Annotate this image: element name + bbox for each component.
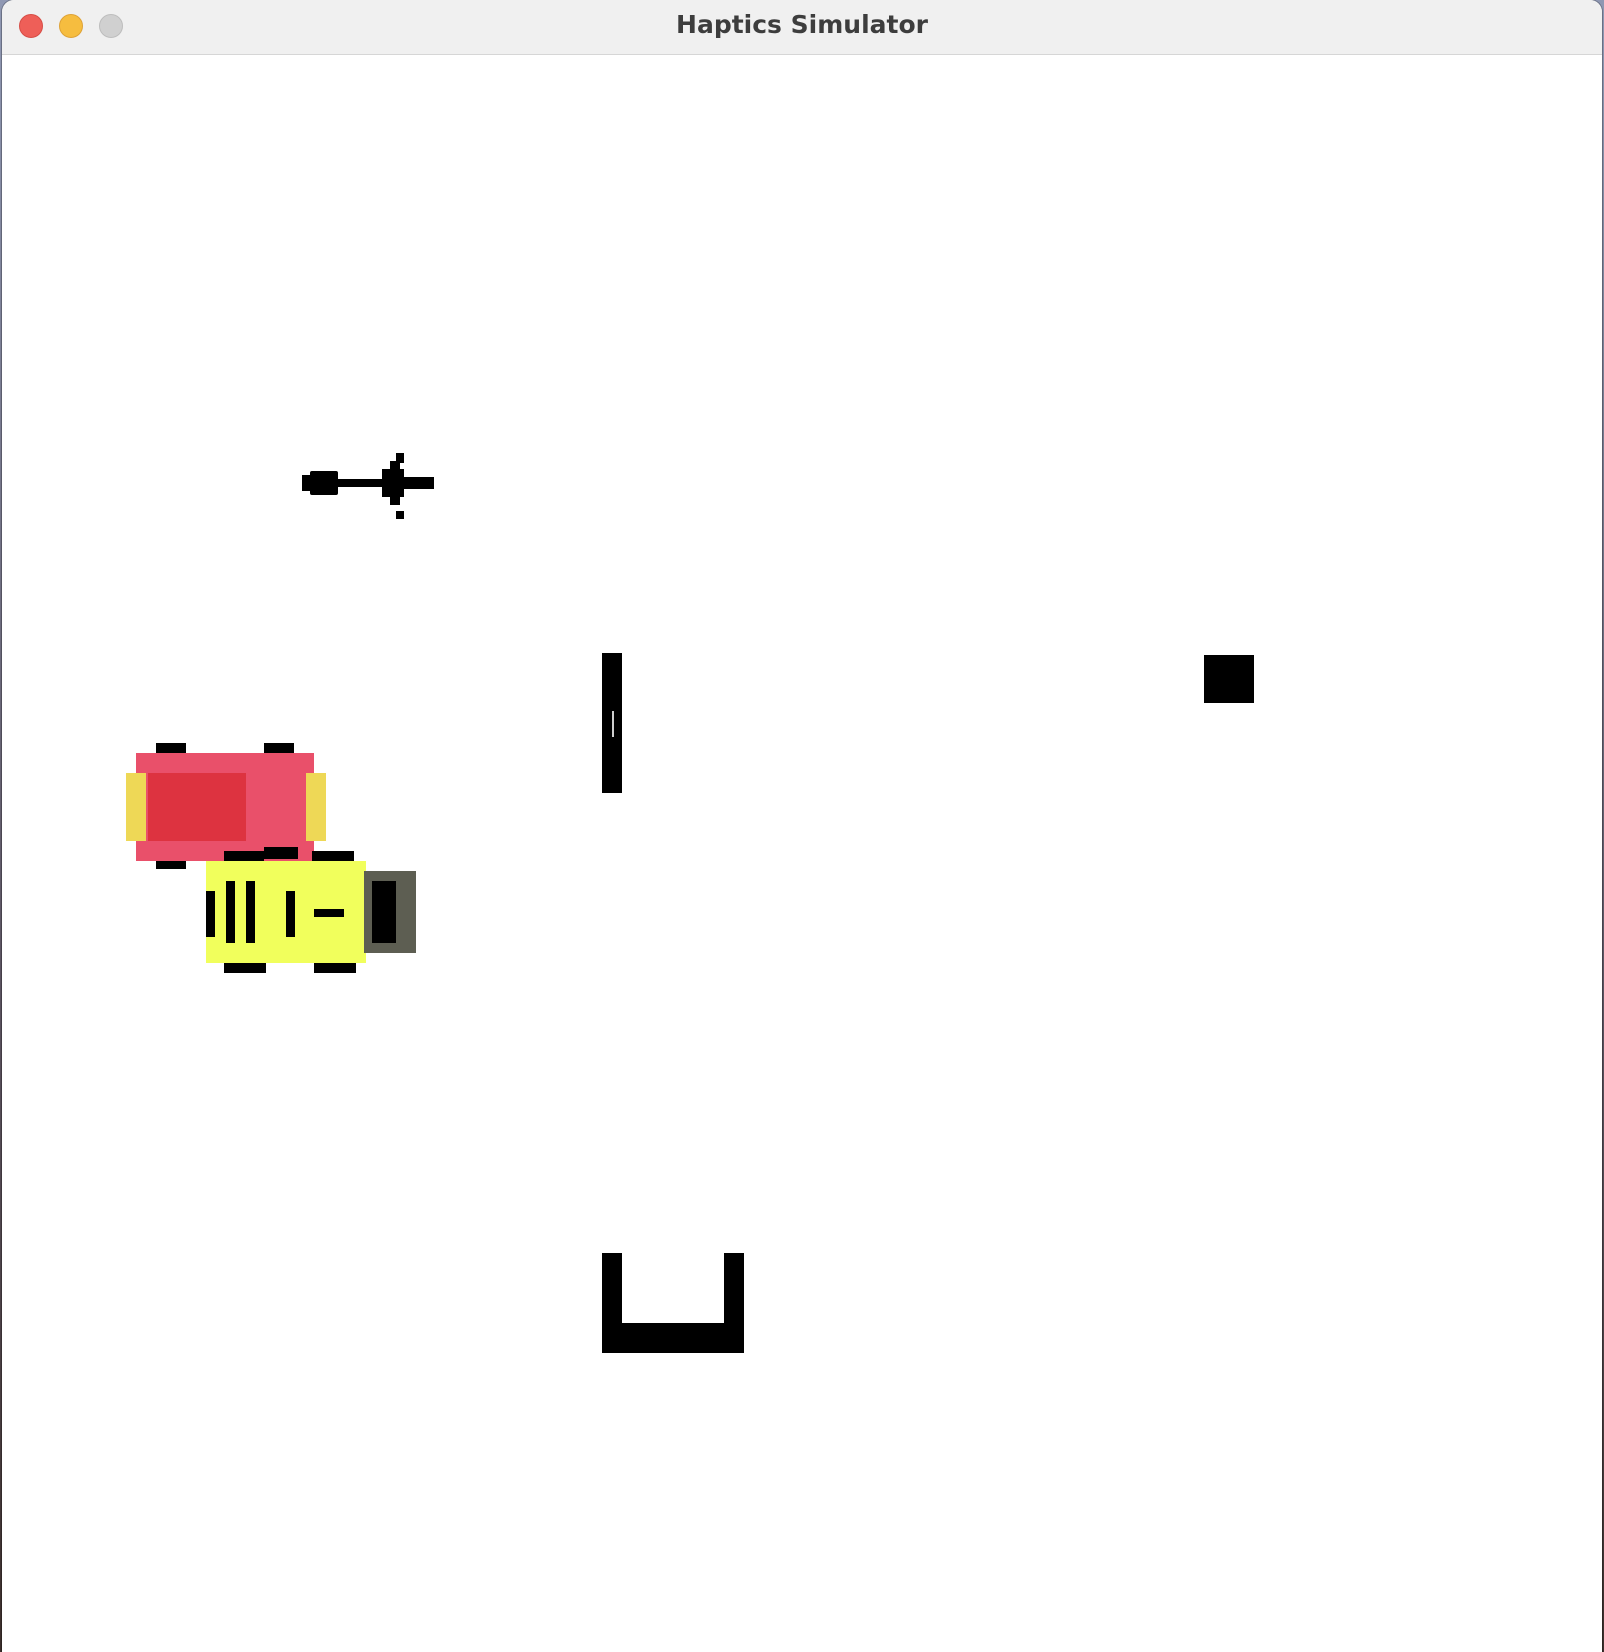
vertical-wall[interactable] — [602, 653, 622, 793]
body-stripe — [226, 881, 235, 943]
app-window: Haptics Simulator — [2, 0, 1602, 1652]
wheel — [264, 847, 298, 859]
arrow-head — [390, 461, 400, 505]
handle-shaft — [336, 479, 386, 487]
title-bar[interactable]: Haptics Simulator — [2, 0, 1602, 55]
car-cabin — [148, 773, 246, 841]
arrow-head — [396, 511, 404, 519]
wall-highlight — [612, 711, 614, 737]
body-stripe — [286, 891, 295, 937]
body-stripe — [246, 881, 255, 943]
yellow-car[interactable] — [204, 847, 416, 975]
body-stripe — [206, 891, 215, 937]
arrow-tip — [402, 477, 434, 489]
simulation-canvas[interactable] — [2, 55, 1602, 1652]
arrow-head — [396, 453, 404, 463]
handle-avatar[interactable] — [302, 453, 436, 525]
window-title: Haptics Simulator — [676, 10, 928, 39]
headlight — [126, 773, 146, 841]
rear-window — [372, 881, 396, 943]
handle-knob — [310, 471, 338, 495]
square-block[interactable] — [1204, 655, 1254, 703]
body-stripe — [314, 909, 344, 917]
u-floor — [602, 1323, 744, 1353]
u-container[interactable] — [602, 1253, 744, 1353]
taillight — [306, 773, 326, 841]
